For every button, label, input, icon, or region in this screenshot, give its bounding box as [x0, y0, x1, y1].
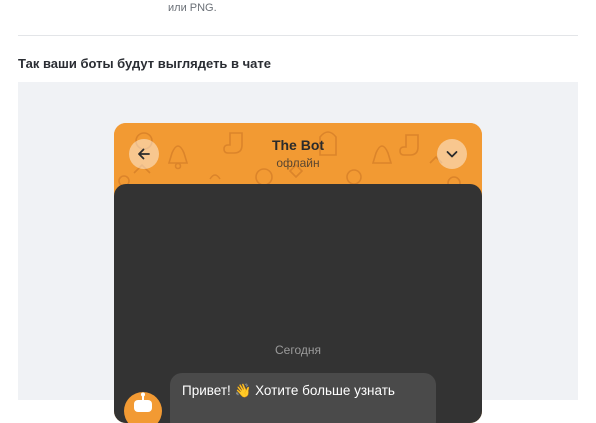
bot-name: The Bot — [271, 137, 325, 153]
chat-preview-area: The Bot офлайн Сегодня Привет! 👋 Хотите … — [18, 82, 578, 423]
divider — [18, 35, 578, 36]
chat-widget-preview: The Bot офлайн Сегодня Привет! 👋 Хотите … — [114, 123, 482, 423]
section-title: Так ваши боты будут выглядеть в чате — [18, 56, 272, 71]
upload-hint-text: или PNG. — [168, 2, 217, 14]
chat-body: Сегодня Привет! 👋 Хотите больше узнать — [114, 184, 482, 423]
message-bubble: Привет! 👋 Хотите больше узнать — [170, 373, 436, 423]
bot-avatar-icon — [134, 392, 152, 412]
date-separator: Сегодня — [275, 343, 321, 357]
bot-avatar — [124, 392, 162, 423]
chat-header: The Bot офлайн — [114, 123, 482, 193]
chevron-down-icon — [446, 151, 458, 158]
collapse-button[interactable] — [437, 139, 467, 169]
bot-status: офлайн — [276, 156, 320, 170]
